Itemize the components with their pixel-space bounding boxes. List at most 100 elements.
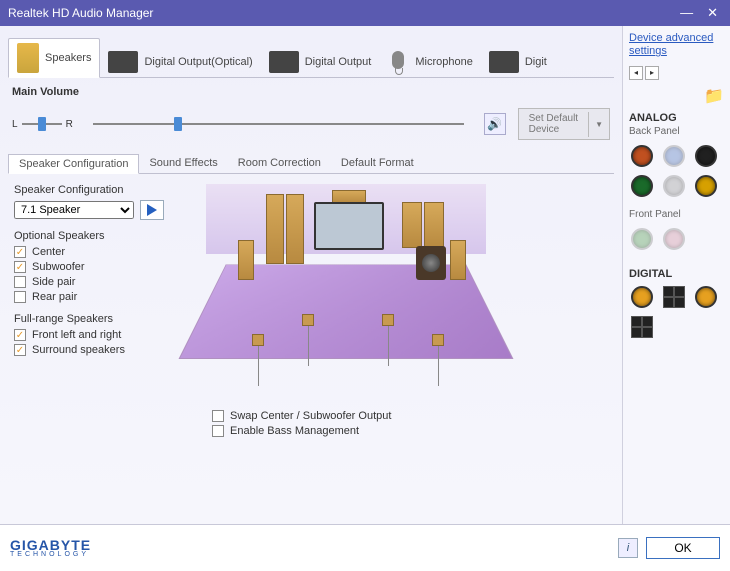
speaker-icon [17,43,39,73]
chk-label: Rear pair [32,291,77,303]
scene-front-left-2[interactable] [286,194,304,264]
chk-label: Subwoofer [32,261,85,273]
analog-heading: ANALOG [629,112,724,124]
scene-subwoofer[interactable] [416,246,446,280]
mute-button[interactable]: 🔊 [484,113,506,135]
scene-rear-left[interactable] [302,314,314,326]
fullrange-speakers-group: Full-range Speakers ✓Front left and righ… [14,313,194,356]
jack-digital-1[interactable] [631,286,653,308]
info-button[interactable]: i [618,538,638,558]
scene-tv [314,202,384,250]
cfg-tab-sound-effects[interactable]: Sound Effects [139,154,227,173]
brand-subtitle: TECHNOLOGY [10,551,91,558]
tabs-scroll-right[interactable]: ▸ [645,66,659,80]
volume-slider[interactable] [93,123,464,125]
tab-label: Digital Output(Optical) [144,56,252,68]
tab-digital-output[interactable]: Digital Output [261,47,380,77]
config-tabs: Speaker Configuration Sound Effects Room… [8,154,614,174]
device-advanced-settings-link[interactable]: Device advanced settings [629,32,724,58]
right-panel: Device advanced settings ◂ ▸ 📁 ANALOG Ba… [622,26,730,524]
tab-digital-optical[interactable]: Digital Output(Optical) [100,47,260,77]
microphone-icon [387,51,409,73]
cfg-tab-room-correction[interactable]: Room Correction [228,154,331,173]
jack-yellow[interactable] [695,175,717,197]
device-icon [489,51,519,73]
ok-button[interactable]: OK [646,537,720,559]
jack-digital-2[interactable] [695,286,717,308]
jack-grey[interactable] [663,175,685,197]
digital-jacks [629,282,724,342]
fullrange-label: Full-range Speakers [14,313,194,325]
connector-settings-icon[interactable]: 📁 [629,86,724,106]
scene-rear-right[interactable] [382,314,394,326]
jack-optical-2[interactable] [631,316,653,338]
tab-pager: ◂ ▸ [629,66,724,80]
window-controls: — ✕ [680,5,718,21]
tab-speakers[interactable]: Speakers [8,38,100,78]
scene-back-left[interactable] [252,334,264,346]
jack-blue[interactable] [663,145,685,167]
close-button[interactable]: ✕ [707,5,718,21]
optional-speakers-label: Optional Speakers [14,230,194,242]
speaker-config-label: Speaker Configuration [14,184,194,196]
chk-surround[interactable]: ✓Surround speakers [14,344,194,356]
set-default-device[interactable]: Set Default Device ▼ [518,108,610,140]
device-icon [269,51,299,73]
footer: GIGABYTE TECHNOLOGY i OK [0,524,730,570]
cfg-tab-speaker-configuration[interactable]: Speaker Configuration [8,154,139,174]
chk-label: Surround speakers [32,344,125,356]
speaker-layout-scene: Swap Center / Subwoofer Output Enable Ba… [206,184,608,440]
minimize-button[interactable]: — [680,5,693,21]
scene-front-right[interactable] [402,202,422,248]
device-icon [108,51,138,73]
chk-label: Front left and right [32,329,121,341]
volume-section: L R 🔊 Set Default Device ▼ [8,98,614,150]
volume-heading-row: Main Volume [8,78,614,98]
device-tabs: Speakers Digital Output(Optical) Digital… [8,34,614,78]
tab-label: Digital Output [305,56,372,68]
front-panel-label: Front Panel [629,209,724,220]
tab-microphone[interactable]: Microphone [379,47,480,77]
chk-rear-pair[interactable]: Rear pair [14,291,194,303]
chk-subwoofer[interactable]: ✓Subwoofer [14,261,194,273]
balance-slider[interactable] [22,123,62,125]
tabs-scroll-left[interactable]: ◂ [629,66,643,80]
chk-center[interactable]: ✓Center [14,246,194,258]
chk-swap-center-sub[interactable]: Swap Center / Subwoofer Output [212,410,608,422]
content-pane: Speakers Digital Output(Optical) Digital… [0,26,622,524]
tab-digit-overflow[interactable]: Digit [481,47,555,77]
jack-front-pink[interactable] [663,228,685,250]
chk-label: Swap Center / Subwoofer Output [230,410,391,422]
brand-logo: GIGABYTE TECHNOLOGY [10,537,91,558]
jack-black[interactable] [695,145,717,167]
back-panel-jacks [629,141,724,201]
speaker-config-group: Speaker Configuration 7.1 Speaker [14,184,194,220]
config-body: Speaker Configuration 7.1 Speaker Option… [8,174,614,450]
window-title: Realtek HD Audio Manager [8,6,680,20]
chk-label: Enable Bass Management [230,425,359,437]
test-play-button[interactable] [140,200,164,220]
play-icon [147,204,157,216]
balance-r-label: R [66,119,73,130]
scene-front-left[interactable] [266,194,284,264]
optional-speakers-group: Optional Speakers ✓Center ✓Subwoofer Sid… [14,230,194,303]
scene-side-right[interactable] [450,240,466,280]
chk-bass-management[interactable]: Enable Bass Management [212,425,608,437]
cfg-tab-default-format[interactable]: Default Format [331,154,424,173]
scene-back-right[interactable] [432,334,444,346]
jack-optical-1[interactable] [663,286,685,308]
speaker-config-select[interactable]: 7.1 Speaker [14,201,134,219]
jack-front-green[interactable] [631,228,653,250]
config-left-column: Speaker Configuration 7.1 Speaker Option… [14,184,194,440]
chk-side-pair[interactable]: Side pair [14,276,194,288]
scene-side-left[interactable] [238,240,254,280]
jack-orange[interactable] [631,145,653,167]
title-bar: Realtek HD Audio Manager — ✕ [0,0,730,26]
jack-green[interactable] [631,175,653,197]
balance-control[interactable]: L R [12,119,73,130]
set-default-label: Set Default Device [519,109,588,139]
scene-front-right-2[interactable] [424,202,444,248]
tab-label: Speakers [45,52,91,64]
chk-front-lr[interactable]: ✓Front left and right [14,329,194,341]
dropdown-arrow-icon[interactable]: ▼ [588,112,609,137]
